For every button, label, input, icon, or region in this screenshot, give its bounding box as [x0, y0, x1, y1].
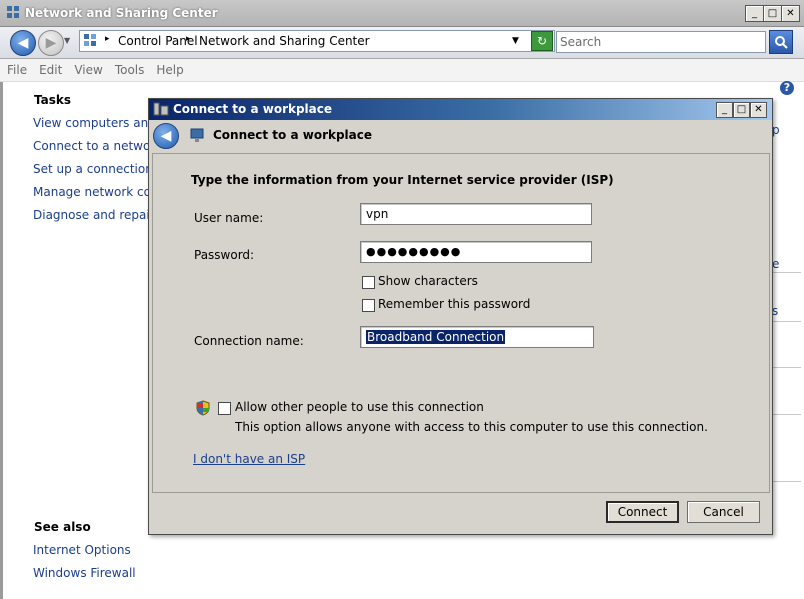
left-frame-edge: [0, 82, 3, 599]
window-title-bar[interactable]: Network and Sharing Center _ □ ✕: [0, 0, 804, 27]
window-title: Network and Sharing Center: [25, 6, 218, 20]
dialog-maximize-button[interactable]: □: [733, 102, 750, 118]
task-connect-network[interactable]: Connect to a network: [33, 139, 162, 153]
cancel-button[interactable]: Cancel: [687, 501, 760, 523]
dialog-header: ◀ Connect to a workplace: [149, 120, 772, 152]
link-internet-options[interactable]: Internet Options: [33, 543, 131, 557]
search-input[interactable]: Search: [556, 31, 766, 53]
allow-others-checkbox[interactable]: [218, 402, 231, 415]
divider: [773, 414, 801, 415]
dialog-back-icon[interactable]: ◀: [153, 123, 179, 149]
address-dropdown-icon[interactable]: ▼: [512, 36, 519, 46]
close-button[interactable]: ✕: [781, 5, 800, 22]
connect-button[interactable]: Connect: [606, 501, 679, 523]
divider: [773, 367, 801, 368]
history-dropdown-icon[interactable]: ▼: [64, 36, 70, 45]
uac-shield-icon: [196, 400, 210, 416]
address-bar[interactable]: ▸ Control Panel ▸ Network and Sharing Ce…: [79, 30, 555, 52]
password-field[interactable]: ●●●●●●●●●: [360, 241, 592, 263]
instruction-text: Type the information from your Internet …: [191, 173, 614, 187]
control-panel-icon: [83, 33, 97, 47]
right-pane-fragment[interactable]: p: [772, 123, 780, 137]
refresh-icon[interactable]: ↻: [531, 31, 553, 51]
breadcrumb-separator: ▸: [186, 34, 191, 44]
tasks-heading: Tasks: [34, 93, 72, 107]
wizard-network-icon: [189, 127, 205, 143]
divider: [773, 321, 801, 322]
remember-password-checkbox[interactable]: [362, 299, 375, 312]
help-icon[interactable]: ?: [780, 81, 794, 95]
show-characters-label[interactable]: Show characters: [378, 274, 478, 288]
network-icon: [6, 5, 20, 19]
menu-tools[interactable]: Tools: [108, 59, 150, 77]
minimize-button[interactable]: _: [745, 5, 764, 22]
connect-workplace-dialog: Connect to a workplace _ □ ✕ ◀ Connect t…: [148, 98, 773, 535]
menu-help[interactable]: Help: [149, 59, 188, 77]
link-windows-firewall[interactable]: Windows Firewall: [33, 566, 136, 580]
dialog-title-bar[interactable]: Connect to a workplace _ □ ✕: [149, 99, 772, 120]
menu-bar: File Edit View Tools Help: [0, 59, 804, 82]
task-diagnose-repair[interactable]: Diagnose and repair: [33, 208, 155, 222]
dialog-title: Connect to a workplace: [173, 102, 333, 116]
maximize-button[interactable]: □: [763, 5, 782, 22]
menu-file[interactable]: File: [0, 59, 32, 77]
password-label: Password:: [194, 248, 255, 262]
dialog-close-button[interactable]: ✕: [750, 102, 767, 118]
forward-icon[interactable]: ▶: [38, 30, 64, 56]
right-pane-fragment[interactable]: e: [772, 257, 779, 271]
menu-edit[interactable]: Edit: [32, 59, 67, 77]
dialog-header-title: Connect to a workplace: [213, 128, 373, 142]
menu-view[interactable]: View: [67, 59, 107, 77]
no-isp-link[interactable]: I don't have an ISP: [193, 452, 305, 466]
username-field[interactable]: vpn: [360, 203, 592, 225]
divider: [773, 481, 801, 482]
breadcrumb-network-sharing[interactable]: Network and Sharing Center: [199, 34, 370, 48]
dialog-minimize-button[interactable]: _: [716, 102, 733, 118]
workplace-icon: [153, 101, 169, 117]
search-placeholder: Search: [560, 35, 602, 49]
show-characters-checkbox[interactable]: [362, 276, 375, 289]
back-icon[interactable]: ◀: [10, 30, 36, 56]
see-also-heading: See also: [34, 520, 91, 534]
divider: [773, 272, 801, 273]
allow-others-label[interactable]: Allow other people to use this connectio…: [235, 400, 484, 414]
connection-name-field[interactable]: Broadband Connection: [360, 326, 594, 348]
search-icon[interactable]: [769, 30, 793, 54]
connection-name-label: Connection name:: [194, 334, 304, 348]
breadcrumb-separator: ▸: [105, 34, 110, 44]
remember-password-label[interactable]: Remember this password: [378, 297, 530, 311]
connection-name-selected-text: Broadband Connection: [366, 330, 506, 344]
allow-others-description: This option allows anyone with access to…: [235, 420, 708, 434]
dialog-content-panel: Type the information from your Internet …: [152, 153, 770, 493]
username-label: User name:: [194, 211, 264, 225]
